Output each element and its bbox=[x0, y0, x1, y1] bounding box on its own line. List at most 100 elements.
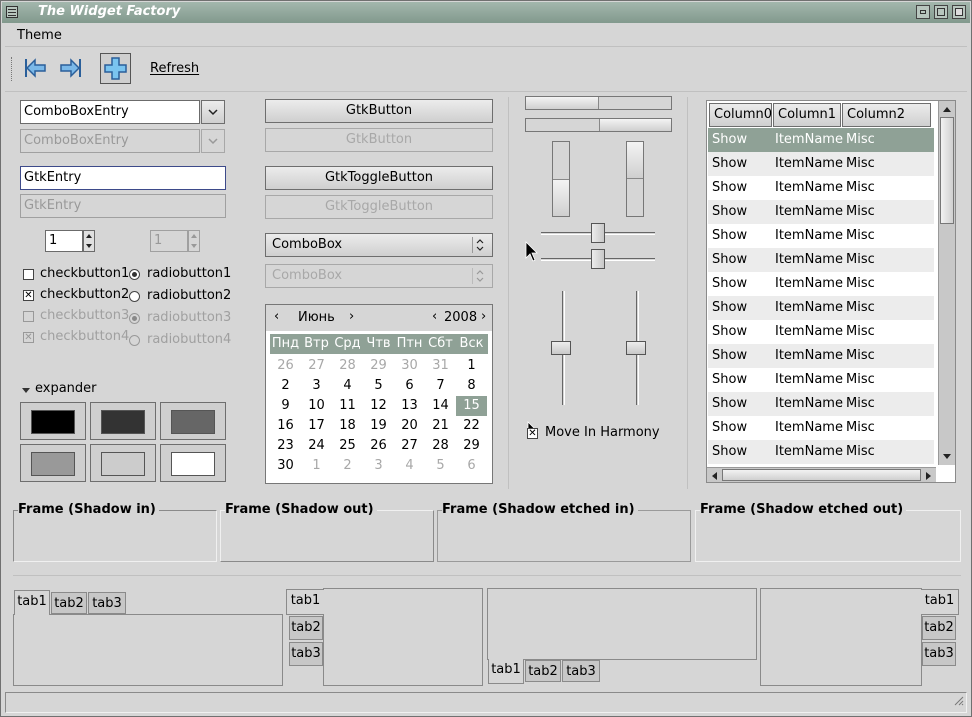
notebook-top-tab1[interactable]: tab1 bbox=[14, 590, 50, 615]
table-row[interactable]: Show ItemName Misc bbox=[708, 128, 934, 152]
resize-grip-icon[interactable] bbox=[952, 694, 964, 710]
table-row[interactable]: Show ItemName Misc bbox=[708, 416, 934, 440]
checkbutton-1-box[interactable] bbox=[23, 269, 34, 280]
calendar-day[interactable]: 13 bbox=[394, 396, 425, 416]
move-in-harmony-checkbox[interactable]: ✕ bbox=[527, 428, 538, 439]
table-row[interactable]: Show ItemName Misc bbox=[708, 320, 934, 344]
color-swatch-button[interactable] bbox=[20, 444, 86, 482]
spin-input[interactable]: 1 bbox=[45, 230, 83, 252]
toolbar-grip[interactable] bbox=[11, 57, 14, 81]
hscale-1-slider[interactable] bbox=[591, 223, 605, 243]
table-row[interactable]: Show ItemName Misc bbox=[708, 152, 934, 176]
calendar-day[interactable]: 30 bbox=[394, 356, 425, 376]
add-button[interactable] bbox=[100, 53, 131, 84]
calendar-day[interactable]: 25 bbox=[332, 436, 363, 456]
refresh-button[interactable]: Refresh bbox=[150, 61, 199, 76]
table-row[interactable]: Show ItemName Misc bbox=[708, 440, 934, 464]
title-bar[interactable]: The Widget Factory bbox=[2, 2, 970, 23]
minimize-button[interactable] bbox=[916, 5, 930, 19]
calendar-day[interactable]: 2 bbox=[270, 376, 301, 396]
vscale-1-slider[interactable] bbox=[551, 341, 571, 355]
calendar-day[interactable]: 29 bbox=[363, 356, 394, 376]
gtk-button[interactable]: GtkButton bbox=[265, 99, 493, 123]
calendar-day[interactable]: 2 bbox=[332, 456, 363, 476]
calendar-day[interactable]: 27 bbox=[301, 356, 332, 376]
toggle-button[interactable]: GtkToggleButton bbox=[265, 166, 493, 190]
combobox[interactable]: ComboBox bbox=[265, 233, 493, 257]
calendar-day[interactable]: 22 bbox=[456, 416, 487, 436]
tree-column-header[interactable]: Column0 bbox=[709, 103, 772, 127]
calendar-day[interactable]: 20 bbox=[394, 416, 425, 436]
notebook-right-tab1[interactable]: tab1 bbox=[921, 589, 959, 615]
calendar-day[interactable]: 8 bbox=[456, 376, 487, 396]
table-row[interactable]: Show ItemName Misc bbox=[708, 248, 934, 272]
checkbutton-2-box[interactable]: ✕ bbox=[23, 290, 34, 301]
notebook-right-tab2[interactable]: tab2 bbox=[922, 616, 956, 640]
table-row[interactable]: Show ItemName Misc bbox=[708, 272, 934, 296]
calendar-day[interactable]: 30 bbox=[270, 456, 301, 476]
table-row[interactable]: Show ItemName Misc bbox=[708, 368, 934, 392]
calendar-day[interactable]: 4 bbox=[332, 376, 363, 396]
calendar-day[interactable]: 29 bbox=[456, 436, 487, 456]
notebook-bottom-tab2[interactable]: tab2 bbox=[525, 660, 561, 682]
vscale-2-slider[interactable] bbox=[626, 341, 646, 355]
spin-arrows-icon[interactable] bbox=[83, 230, 95, 252]
radiobutton-1-label[interactable]: radiobutton1 bbox=[147, 266, 231, 281]
radiobutton-1-circle[interactable] bbox=[129, 269, 140, 280]
calendar-day[interactable]: 9 bbox=[270, 396, 301, 416]
table-row[interactable]: Show ItemName Misc bbox=[708, 224, 934, 248]
calendar-day[interactable]: 7 bbox=[425, 376, 456, 396]
calendar-day[interactable]: 5 bbox=[425, 456, 456, 476]
table-row[interactable]: Show ItemName Misc bbox=[708, 344, 934, 368]
forward-icon[interactable] bbox=[57, 55, 83, 81]
calendar-day[interactable]: 15 bbox=[456, 396, 487, 416]
table-row[interactable]: Show ItemName Misc bbox=[708, 200, 934, 224]
hscale-2-slider[interactable] bbox=[591, 249, 605, 269]
calendar-day[interactable]: 1 bbox=[456, 356, 487, 376]
vertical-scrollbar[interactable] bbox=[938, 101, 955, 465]
notebook-top-tab3[interactable]: tab3 bbox=[88, 592, 126, 614]
back-icon[interactable] bbox=[23, 55, 49, 81]
color-swatch-button[interactable] bbox=[20, 402, 86, 440]
horizontal-scroll-thumb[interactable] bbox=[722, 469, 921, 481]
scroll-up-icon[interactable] bbox=[941, 103, 953, 118]
radiobutton-2-label[interactable]: radiobutton2 bbox=[147, 288, 231, 303]
notebook-bottom-tab3[interactable]: tab3 bbox=[562, 660, 600, 682]
calendar-day[interactable]: 26 bbox=[363, 436, 394, 456]
calendar-day[interactable]: 12 bbox=[363, 396, 394, 416]
calendar-day[interactable]: 3 bbox=[363, 456, 394, 476]
calendar-day[interactable]: 1 bbox=[301, 456, 332, 476]
radiobutton-2-circle[interactable] bbox=[129, 291, 140, 302]
expander-arrow-icon[interactable] bbox=[21, 385, 31, 400]
prev-month-icon[interactable]: ‹ bbox=[274, 309, 279, 324]
calendar-day[interactable]: 4 bbox=[394, 456, 425, 476]
notebook-top-tab2[interactable]: tab2 bbox=[51, 592, 87, 614]
scroll-left-icon[interactable] bbox=[709, 470, 719, 485]
next-year-icon[interactable]: › bbox=[481, 309, 486, 324]
calendar-day[interactable]: 21 bbox=[425, 416, 456, 436]
calendar-day[interactable]: 10 bbox=[301, 396, 332, 416]
scroll-right-icon[interactable] bbox=[924, 470, 934, 485]
calendar-day[interactable]: 28 bbox=[332, 356, 363, 376]
calendar-day[interactable]: 19 bbox=[363, 416, 394, 436]
calendar-day[interactable]: 11 bbox=[332, 396, 363, 416]
prev-year-icon[interactable]: ‹ bbox=[432, 309, 437, 324]
gtk-entry-input[interactable]: GtkEntry bbox=[20, 166, 226, 190]
tree-column-header[interactable]: Column1 bbox=[773, 103, 841, 127]
color-swatch-button[interactable] bbox=[90, 402, 156, 440]
calendar-day[interactable]: 23 bbox=[270, 436, 301, 456]
close-button[interactable] bbox=[952, 5, 966, 19]
color-swatch-button[interactable] bbox=[160, 402, 226, 440]
table-row[interactable]: Show ItemName Misc bbox=[708, 392, 934, 416]
horizontal-scrollbar[interactable] bbox=[707, 467, 936, 482]
notebook-left-tab1[interactable]: tab1 bbox=[286, 589, 324, 615]
calendar-day[interactable]: 6 bbox=[394, 376, 425, 396]
calendar-day[interactable]: 28 bbox=[425, 436, 456, 456]
notebook-right-tab3[interactable]: tab3 bbox=[922, 642, 956, 666]
checkbutton-2-label[interactable]: checkbutton2 bbox=[40, 287, 129, 302]
notebook-left-tab3[interactable]: tab3 bbox=[289, 642, 323, 666]
vertical-scroll-thumb[interactable] bbox=[940, 117, 954, 224]
scroll-down-icon[interactable] bbox=[941, 451, 953, 466]
combo-entry-input[interactable]: ComboBoxEntry bbox=[20, 100, 200, 124]
calendar-day[interactable]: 26 bbox=[270, 356, 301, 376]
